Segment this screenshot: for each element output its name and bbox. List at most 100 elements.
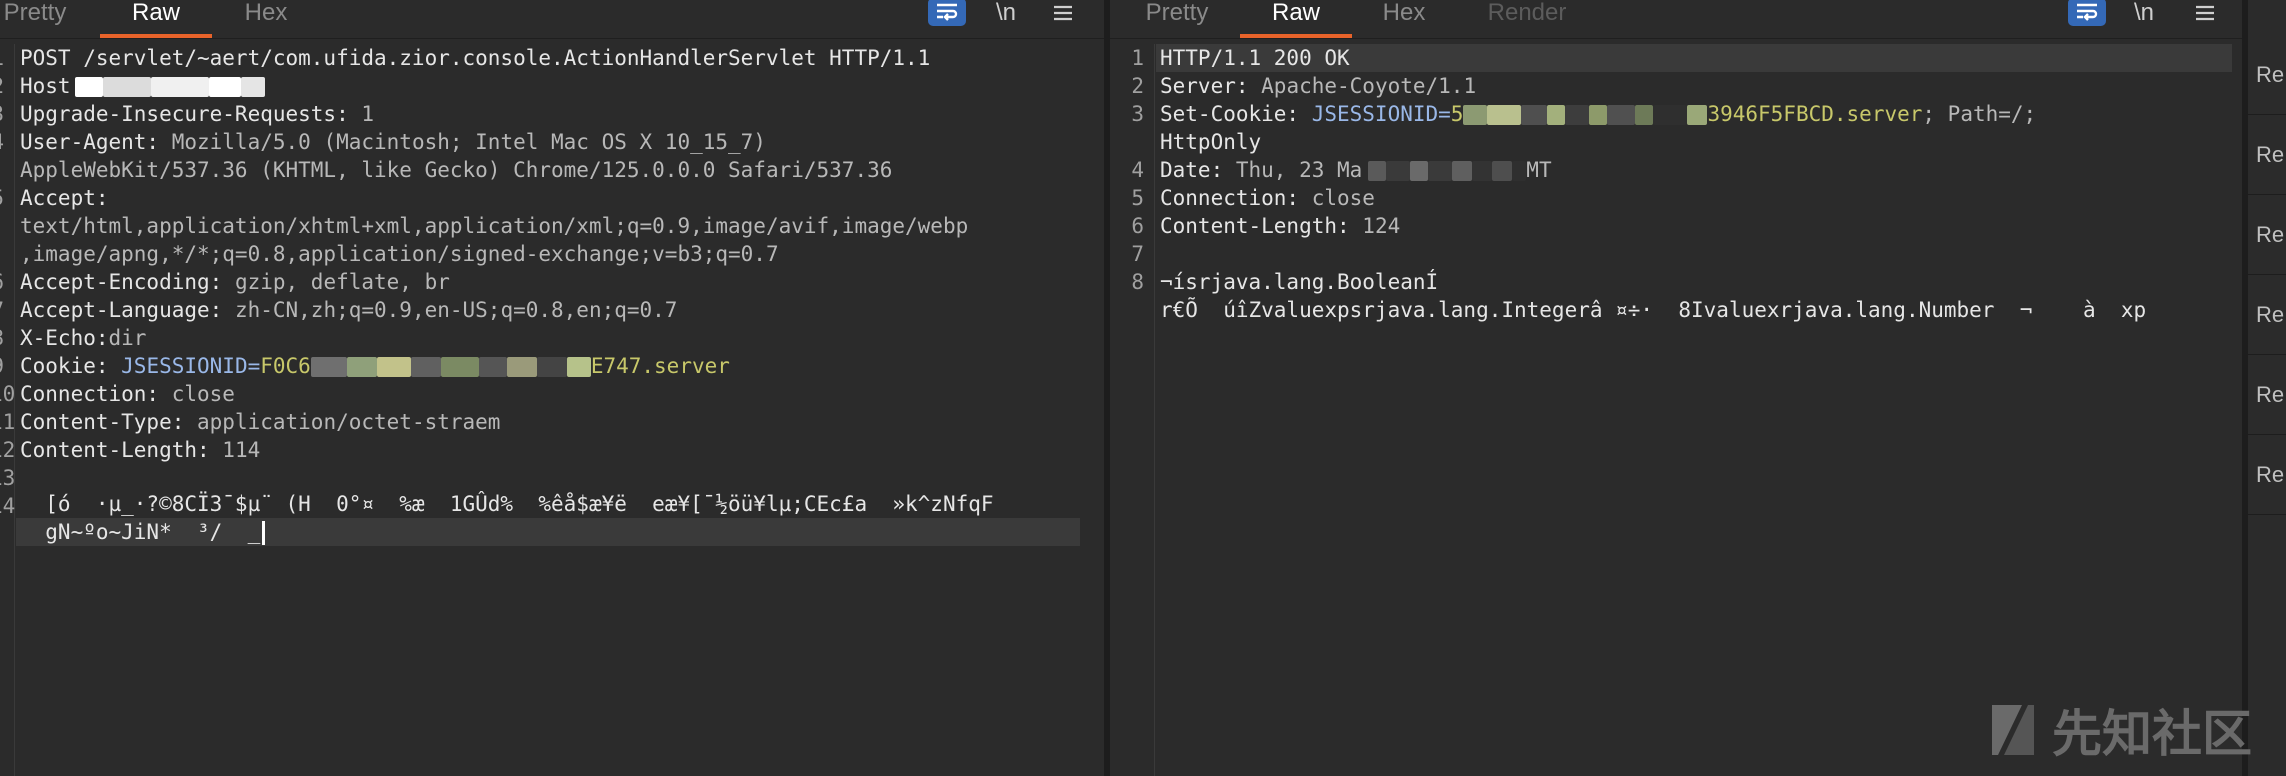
line-number: 9: [0, 352, 4, 380]
side-panel-item[interactable]: Re: [2248, 116, 2286, 195]
xianzhi-logo-icon: [1992, 705, 2034, 755]
line-number: 4: [0, 128, 4, 156]
tab-hex[interactable]: Hex: [236, 0, 296, 38]
line-number: 1: [0, 44, 4, 72]
hamburger-menu-icon[interactable]: [1048, 0, 1078, 26]
line-number: 2: [0, 72, 4, 100]
redacted-cookie: [1589, 105, 1608, 125]
header-line-continuation: AppleWebKit/537.36 (KHTML, like Gecko) C…: [20, 158, 893, 182]
response-body: r€Õ úîZvaluexpsrjava.lang.Integerâ ¤÷· 8…: [1160, 298, 2147, 322]
request-line: POST /servlet/~aert/com.ufida.zior.conso…: [20, 46, 931, 70]
redacted-cookie: [1463, 105, 1488, 125]
request-pane: Pretty Raw Hex \n 1 POST /servlet/~aert/…: [0, 0, 1104, 776]
tab-render[interactable]: Render: [1478, 0, 1576, 38]
redacted-cookie: [1687, 105, 1708, 125]
set-cookie-header: Set-Cookie: JSESSIONID=5 3946F5FBCD.serve…: [1160, 102, 2037, 126]
line-number: 11: [0, 410, 16, 434]
redacted-cookie: [1635, 105, 1654, 125]
hamburger-menu-icon[interactable]: [2190, 0, 2220, 26]
redacted-cookie: [478, 357, 507, 377]
newline-toggle[interactable]: \n: [990, 0, 1022, 26]
header-line: Connection: close: [1160, 186, 1375, 210]
status-line: HTTP/1.1 200 OK: [1160, 46, 1350, 70]
header-line: Content-Length: 114: [20, 438, 261, 462]
request-tabbar: Pretty Raw Hex \n: [0, 0, 1104, 39]
redacted-cookie: [410, 357, 441, 377]
line-number: 7: [0, 296, 4, 324]
line-number: 10: [0, 382, 16, 406]
line-gutter: [1110, 44, 1155, 776]
redacted-host: [208, 77, 241, 97]
header-line: Server: Apache-Coyote/1.1: [1160, 74, 1477, 98]
tab-raw[interactable]: Raw: [100, 0, 212, 38]
line-number: 5: [1131, 186, 1144, 210]
request-editor[interactable]: 1 POST /servlet/~aert/com.ufida.zior.con…: [0, 44, 1104, 776]
side-panel-item[interactable]: Re: [2248, 436, 2286, 515]
response-pane: Pretty Raw Hex Render \n 1 HTTP/1.1 200 …: [1110, 0, 2242, 776]
header-line: Content-Type: application/octet-straem: [20, 410, 501, 434]
response-editor[interactable]: 1 HTTP/1.1 200 OK 2 Server: Apache-Coyot…: [1110, 44, 2242, 776]
redacted-cookie: [1565, 105, 1590, 125]
line-number: 8: [0, 324, 4, 352]
header-line: Connection: close: [20, 382, 235, 406]
tab-pretty[interactable]: Pretty: [0, 0, 70, 38]
line-number: 13: [0, 466, 16, 490]
line-number: 6: [0, 268, 4, 296]
redacted-cookie: [440, 357, 479, 377]
tab-hex[interactable]: Hex: [1374, 0, 1434, 38]
line-number: 6: [1131, 214, 1144, 238]
header-line: Content-Length: 124: [1160, 214, 1401, 238]
redacted-cookie: [536, 357, 567, 377]
newline-toggle[interactable]: \n: [2128, 0, 2160, 26]
side-panel-item[interactable]: Re: [2248, 36, 2286, 115]
redacted-host: [240, 77, 265, 97]
redacted-date: [1368, 161, 1387, 181]
redacted-cookie: [566, 357, 591, 377]
line-number: 3: [1131, 102, 1144, 126]
header-line: Accept-Language: zh-CN,zh;q=0.9,en-US;q=…: [20, 298, 678, 322]
host-header: Host: [20, 72, 265, 100]
header-line: X-Echo:dir: [20, 326, 147, 350]
tab-raw[interactable]: Raw: [1240, 0, 1352, 38]
header-line: Upgrade-Insecure-Requests: 1: [20, 102, 375, 126]
wrap-lines-icon[interactable]: [928, 0, 966, 26]
response-tabbar: Pretty Raw Hex Render \n: [1110, 0, 2242, 39]
header-line: Accept:: [20, 186, 109, 210]
line-number: 5: [0, 184, 4, 212]
side-panel-item[interactable]: Re: [2248, 196, 2286, 275]
redacted-cookie: [1653, 105, 1688, 125]
redacted-cookie: [1487, 105, 1522, 125]
request-body: [ó ·µ_·?©8CÏ3¯$µ¨ (H 0°¤ %æ 1GÛd% %êå$æ¥…: [20, 492, 994, 516]
redacted-date: [1472, 161, 1493, 181]
wrap-lines-icon[interactable]: [2068, 0, 2106, 26]
side-panel-item[interactable]: Re: [2248, 356, 2286, 435]
line-number: 12: [0, 438, 16, 462]
header-line: User-Agent: Mozilla/5.0 (Macintosh; Inte…: [20, 130, 766, 154]
text-cursor: [262, 521, 266, 545]
line-number: 8: [1131, 270, 1144, 294]
redacted-date: [1428, 161, 1453, 181]
line-number: 7: [1131, 242, 1144, 266]
redacted-host: [74, 77, 103, 97]
redacted-cookie: [1607, 105, 1636, 125]
redacted-date: [1512, 161, 1527, 181]
redacted-host: [150, 77, 209, 97]
header-line-continuation: ,image/apng,*/*;q=0.8,application/signed…: [20, 242, 779, 266]
redacted-host: [102, 77, 151, 97]
side-panel-item[interactable]: Re: [2248, 276, 2286, 355]
redacted-date: [1452, 161, 1473, 181]
redacted-cookie: [346, 357, 377, 377]
redacted-cookie: [310, 357, 347, 377]
redacted-date: [1386, 161, 1411, 181]
response-body: ¬ísrjava.lang.BooleanÍ: [1160, 270, 1439, 294]
redacted-cookie: [1521, 105, 1548, 125]
watermark: 先知社区: [1988, 700, 2252, 763]
header-line-continuation: HttpOnly: [1160, 130, 1262, 154]
request-body: gN~ºo~JiN* ³/ _: [20, 518, 266, 546]
line-number: 1: [1131, 46, 1144, 70]
watermark-text: 先知社区: [2052, 705, 2252, 763]
redacted-cookie: [1547, 105, 1566, 125]
date-header: Date: Thu, 23 Ma MT: [1160, 158, 1552, 182]
redacted-date: [1492, 161, 1513, 181]
tab-pretty[interactable]: Pretty: [1132, 0, 1222, 38]
